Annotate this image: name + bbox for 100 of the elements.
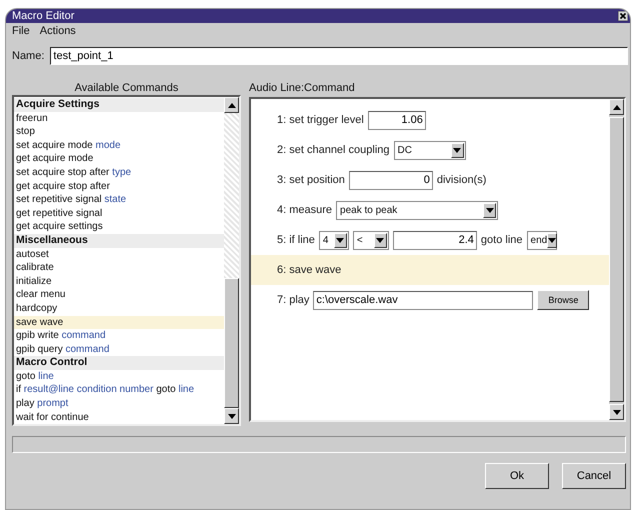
macro-line[interactable]: 7: play c:\overscale.wav Browse <box>251 285 609 315</box>
command-label: 5: if line <box>277 234 315 246</box>
command-label: 4: measure <box>277 204 332 216</box>
command-item[interactable]: get acquire mode <box>14 152 224 166</box>
name-field[interactable]: test_point_1 <box>50 47 628 65</box>
command-item[interactable]: clear menu <box>14 288 224 302</box>
down-arrow-icon[interactable] <box>612 410 620 414</box>
command-label: division(s) <box>436 174 486 186</box>
command-text: result@line <box>24 384 74 396</box>
dropdown[interactable]: peak to peak <box>336 200 498 220</box>
command-text: get acquire mode <box>16 153 94 164</box>
macro-line[interactable]: 2: set channel coupling DC <box>251 135 609 165</box>
command-text: calibrate <box>16 262 54 274</box>
command-item[interactable]: initialize <box>14 274 224 288</box>
ok-button[interactable]: Ok <box>485 463 549 489</box>
command-item[interactable]: stop <box>14 125 224 139</box>
command-item[interactable]: gpib write command <box>14 329 224 343</box>
caret-icon <box>336 238 344 242</box>
command-text: freerun <box>16 112 48 124</box>
scrollbar[interactable] <box>609 99 624 420</box>
menu-item[interactable]: Actions <box>40 25 76 39</box>
command-item[interactable]: save wave <box>14 316 224 330</box>
close-icon[interactable] <box>618 11 628 21</box>
command-item[interactable]: freerun <box>14 112 224 126</box>
panel-heading: Available Commands <box>74 81 180 95</box>
command-text: gpib write <box>16 330 59 342</box>
command-text: goto <box>16 370 36 382</box>
command-text: gpib query <box>16 344 63 355</box>
command-item[interactable]: get repetitive signal <box>14 206 224 220</box>
command-text: get acquire settings <box>16 221 103 232</box>
name-label: Name: <box>12 50 44 62</box>
panel-heading: Audio Line:Command <box>249 81 356 96</box>
macro-line[interactable]: 5: if line 4 < 2.4 goto line end <box>251 225 609 255</box>
value-field[interactable]: 1.06 <box>368 110 426 130</box>
command-text: set repetitive signal <box>16 194 102 206</box>
command-text: Miscellaneous <box>16 234 88 246</box>
command-text: initialize <box>16 276 52 287</box>
menu-item[interactable]: File <box>12 25 30 39</box>
command-text: wait for continue <box>16 412 89 423</box>
dropdown[interactable]: 4 <box>318 230 349 250</box>
down-arrow-icon[interactable] <box>228 414 236 419</box>
caret-icon <box>453 148 462 152</box>
command-text: clear menu <box>16 289 66 300</box>
caret-icon <box>548 238 556 242</box>
command-text: hardcopy <box>16 302 58 314</box>
command-item[interactable]: autoset <box>14 248 224 262</box>
command-label: 2: set channel coupling <box>277 144 390 156</box>
command-item[interactable]: if result@line condition number goto line <box>14 383 224 398</box>
cancel-button[interactable]: Cancel <box>562 463 626 489</box>
command-text: get repetitive signal <box>16 208 102 219</box>
command-item[interactable]: hardcopy <box>14 302 224 316</box>
command-item[interactable]: wait for continue <box>14 410 224 424</box>
up-arrow-icon[interactable] <box>612 104 620 110</box>
command-text: stop <box>16 126 35 138</box>
command-item[interactable]: set acquire mode mode <box>14 138 224 152</box>
command-text: mode <box>96 140 121 151</box>
command-text: line <box>38 370 54 382</box>
command-item[interactable]: get acquire stop after <box>14 180 224 194</box>
command-item[interactable]: set repetitive signal state <box>14 193 224 207</box>
command-label: 7: play <box>277 294 310 306</box>
caret-icon <box>376 238 384 242</box>
command-item[interactable]: gpib query command <box>14 342 224 356</box>
command-item[interactable]: calibrate <box>14 261 224 275</box>
command-text: autoset <box>16 248 49 260</box>
command-text: condition <box>76 384 117 396</box>
command-text: play <box>16 398 34 410</box>
command-item[interactable]: play prompt <box>14 397 224 411</box>
dropdown[interactable]: end <box>526 230 557 250</box>
command-text: prompt <box>37 398 68 410</box>
command-text: command <box>65 344 110 355</box>
command-text: goto <box>156 384 176 396</box>
macro-line[interactable]: 4: measure peak to peak <box>251 195 609 225</box>
command-text: if <box>16 384 21 396</box>
command-label: 3: set position <box>277 174 345 186</box>
command-text: line <box>178 384 194 396</box>
value-field[interactable]: 2.4 <box>392 230 477 250</box>
command-label: 1: set trigger level <box>277 114 364 126</box>
command-text: get acquire stop after <box>16 180 110 192</box>
dropdown[interactable]: DC <box>394 140 466 160</box>
command-text: Macro Control <box>16 356 88 368</box>
scrollbar[interactable] <box>224 97 239 424</box>
up-arrow-icon[interactable] <box>228 102 236 108</box>
command-item[interactable]: goto line <box>14 370 224 384</box>
command-text: command <box>62 330 106 342</box>
command-item[interactable]: set acquire stop after type <box>14 166 224 180</box>
command-text: state <box>104 194 126 206</box>
command-label: 6: save wave <box>277 264 342 276</box>
macro-line[interactable]: 3: set position 0 division(s) <box>251 165 609 195</box>
dropdown[interactable]: < <box>352 230 389 250</box>
command-text: type <box>112 166 132 178</box>
browse-button[interactable]: Browse <box>537 290 590 310</box>
command-item[interactable]: get acquire settings <box>14 220 224 234</box>
command-text: number <box>120 384 154 396</box>
macro-line[interactable]: 1: set trigger level 1.06 <box>251 105 609 135</box>
value-field[interactable]: c:\overscale.wav <box>313 290 534 310</box>
window-title: Macro Editor <box>12 10 74 22</box>
command-text: Acquire Settings <box>16 98 100 110</box>
command-text: set acquire mode <box>16 140 93 151</box>
command-label: goto line <box>480 234 523 246</box>
value-field[interactable]: 0 <box>348 170 433 190</box>
